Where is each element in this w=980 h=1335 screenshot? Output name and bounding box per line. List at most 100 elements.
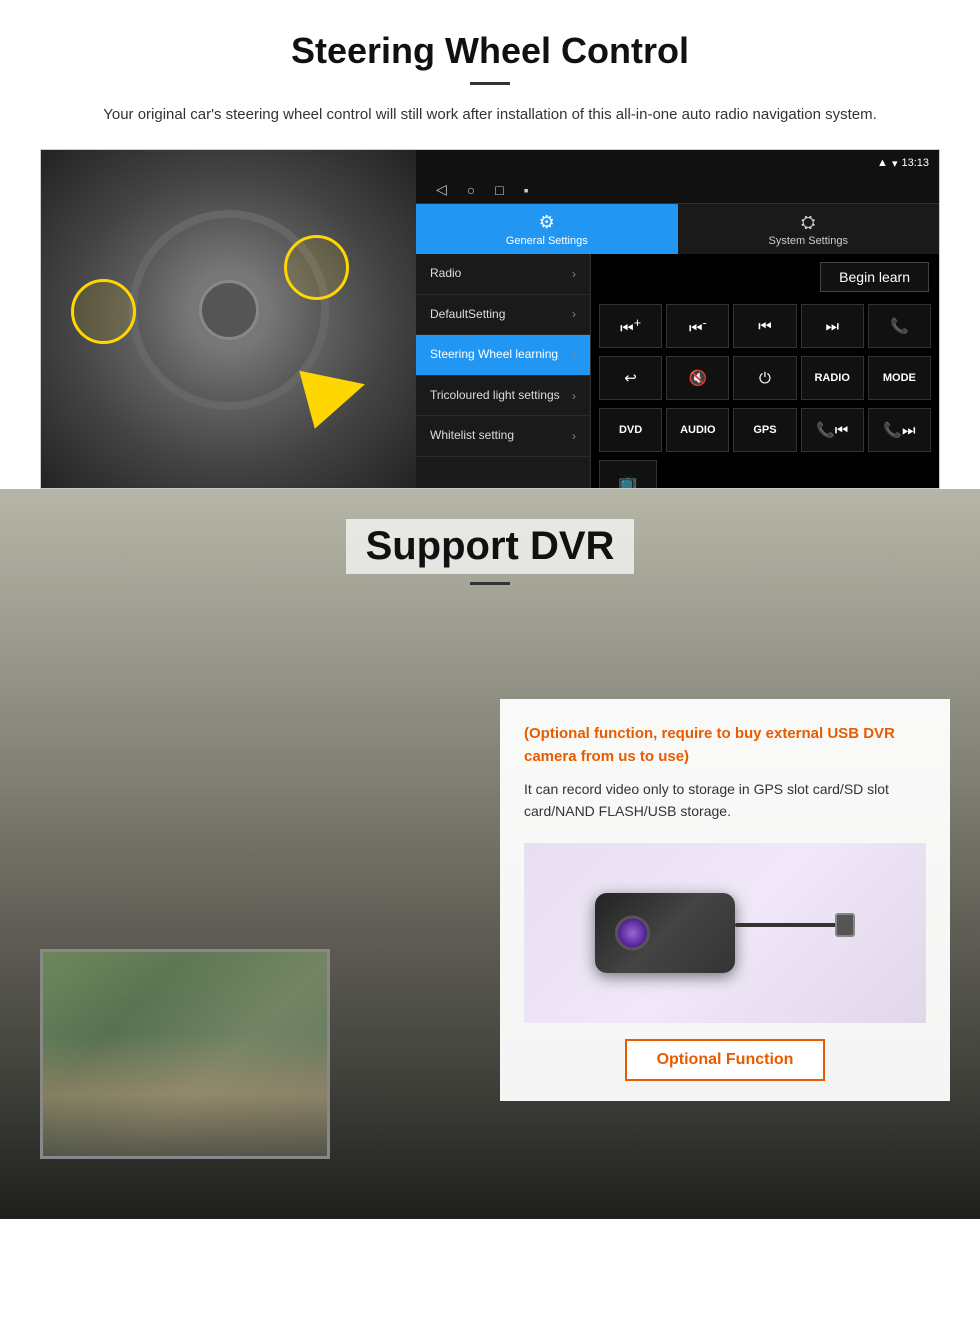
system-icon: ⛭ (801, 212, 815, 233)
ctrl-prev[interactable]: ⏮ (733, 304, 796, 348)
dvr-info-card: (Optional function, require to buy exter… (500, 699, 950, 1101)
steering-title: Steering Wheel Control (40, 30, 940, 72)
menu-arrow-steering: › (572, 348, 576, 362)
tab-system-settings[interactable]: ⛭ System Settings (678, 204, 940, 254)
dvr-device (595, 893, 855, 973)
menu-item-default[interactable]: DefaultSetting › (416, 295, 590, 336)
vol-up-icon: ⏮+ (620, 316, 641, 337)
ctrl-back[interactable]: ↩ (599, 356, 662, 400)
menu-list: Radio › DefaultSetting › Steering Wheel … (416, 254, 591, 488)
dvr-usb-cable (735, 903, 855, 963)
steering-bg (41, 150, 416, 489)
audio-label: AUDIO (680, 424, 715, 436)
tab-general-label: General Settings (506, 235, 588, 247)
recent-nav-icon[interactable]: □ (495, 182, 503, 198)
dvr-desc-text: It can record video only to storage in G… (524, 778, 926, 823)
ctrl-dvd[interactable]: DVD (599, 408, 662, 452)
wheel-hub (199, 280, 259, 340)
dvr-title: Support DVR (346, 519, 635, 574)
back-nav-icon[interactable]: ◁ (436, 181, 447, 198)
ctrl-vol-down[interactable]: ⏮- (666, 304, 729, 348)
steering-demo: ▲ ▾ 13:13 ◁ ○ □ ▪ ⚙ General Settings ⛭ (40, 149, 940, 489)
gear-icon: ⚙ (539, 212, 555, 233)
steering-subtitle: Your original car's steering wheel contr… (40, 103, 940, 127)
dvr-lens (615, 915, 650, 950)
ctrl-phone-prev[interactable]: 📞⏮ (801, 408, 864, 452)
wifi-icon: ▾ (892, 157, 898, 170)
menu-item-radio[interactable]: Radio › (416, 254, 590, 295)
steering-section: Steering Wheel Control Your original car… (0, 0, 980, 489)
home-nav-icon[interactable]: ○ (467, 182, 475, 198)
android-panel: ▲ ▾ 13:13 ◁ ○ □ ▪ ⚙ General Settings ⛭ (416, 150, 939, 488)
menu-arrow-tricolour: › (572, 389, 576, 403)
menu-tricolour-label: Tricoloured light settings (430, 388, 560, 404)
dvr-camera-image (524, 843, 926, 1023)
dvr-title-area: Support DVR (0, 489, 980, 595)
dvr-optional-text: (Optional function, require to buy exter… (524, 723, 926, 768)
menu-default-label: DefaultSetting (430, 307, 505, 323)
radio-label: RADIO (814, 372, 849, 384)
control-grid-row3: DVD AUDIO GPS 📞⏮ 📞⏭ (591, 404, 939, 456)
steering-photo (41, 150, 416, 489)
dvr-body (595, 893, 735, 973)
dvr-background: Support DVR (Optional function, require … (0, 489, 980, 1219)
back-icon: ↩ (624, 369, 637, 387)
ctrl-mute[interactable]: 🔇 (666, 356, 729, 400)
ctrl-phone[interactable]: 📞 (868, 304, 931, 348)
highlight-left (71, 279, 136, 344)
dvr-screenshot-inner (43, 952, 327, 1156)
status-icons: ▲ ▾ 13:13 (877, 157, 929, 170)
yellow-arrow (299, 355, 372, 428)
menu-arrow-default: › (572, 307, 576, 321)
cable-line (735, 923, 845, 927)
menu-arrow-whitelist: › (572, 429, 576, 443)
menu-radio-label: Radio (430, 266, 461, 282)
begin-learn-button[interactable]: Begin learn (820, 262, 929, 292)
menu-item-whitelist[interactable]: Whitelist setting › (416, 416, 590, 457)
menu-arrow-radio: › (572, 267, 576, 281)
prev-icon: ⏮ (758, 318, 772, 335)
time-display: 13:13 (901, 157, 929, 169)
tab-general-settings[interactable]: ⚙ General Settings (416, 204, 678, 254)
ctrl-tv[interactable]: 📺 (599, 460, 657, 488)
ctrl-mode[interactable]: MODE (868, 356, 931, 400)
gps-label: GPS (753, 424, 776, 436)
power-icon: ⏻ (759, 370, 771, 387)
android-statusbar: ▲ ▾ 13:13 (416, 150, 939, 176)
dvr-screenshot-preview (40, 949, 330, 1159)
ctrl-gps[interactable]: GPS (733, 408, 796, 452)
highlight-right (284, 235, 349, 300)
menu-whitelist-label: Whitelist setting (430, 428, 514, 444)
arrow-container (306, 362, 386, 422)
tab-system-label: System Settings (769, 235, 848, 247)
control-grid-row2: ↩ 🔇 ⏻ RADIO MODE (591, 352, 939, 404)
usb-head (835, 913, 855, 937)
phone-prev-icon: 📞⏮ (816, 421, 848, 439)
signal-icon: ▲ (877, 157, 888, 169)
control-panel: Begin learn ⏮+ ⏮- ⏮ ⏭ 📞 ↩ 🔇 ⏻ (591, 254, 939, 488)
control-grid-row4: 📺 (591, 456, 939, 488)
android-content: Radio › DefaultSetting › Steering Wheel … (416, 254, 939, 488)
ctrl-phone-next[interactable]: 📞⏭ (868, 408, 931, 452)
android-tabs: ⚙ General Settings ⛭ System Settings (416, 204, 939, 254)
ctrl-audio[interactable]: AUDIO (666, 408, 729, 452)
vol-down-icon: ⏮- (689, 316, 707, 337)
menu-nav-icon[interactable]: ▪ (524, 182, 529, 198)
control-grid-row1: ⏮+ ⏮- ⏮ ⏭ 📞 (591, 300, 939, 352)
ctrl-vol-up[interactable]: ⏮+ (599, 304, 662, 348)
optional-function-button[interactable]: Optional Function (625, 1039, 826, 1081)
dvr-divider (470, 582, 510, 585)
menu-steering-label: Steering Wheel learning (430, 347, 558, 363)
dvr-section: Support DVR (Optional function, require … (0, 489, 980, 1219)
ctrl-radio[interactable]: RADIO (801, 356, 864, 400)
menu-item-steering[interactable]: Steering Wheel learning › (416, 335, 590, 376)
next-icon: ⏭ (825, 318, 839, 335)
android-nav: ◁ ○ □ ▪ (416, 176, 939, 204)
ctrl-power[interactable]: ⏻ (733, 356, 796, 400)
title-divider (470, 82, 510, 85)
ctrl-next[interactable]: ⏭ (801, 304, 864, 348)
dvd-label: DVD (619, 424, 642, 436)
phone-icon: 📞 (890, 317, 909, 335)
tv-icon: 📺 (619, 473, 638, 488)
menu-item-tricolour[interactable]: Tricoloured light settings › (416, 376, 590, 417)
